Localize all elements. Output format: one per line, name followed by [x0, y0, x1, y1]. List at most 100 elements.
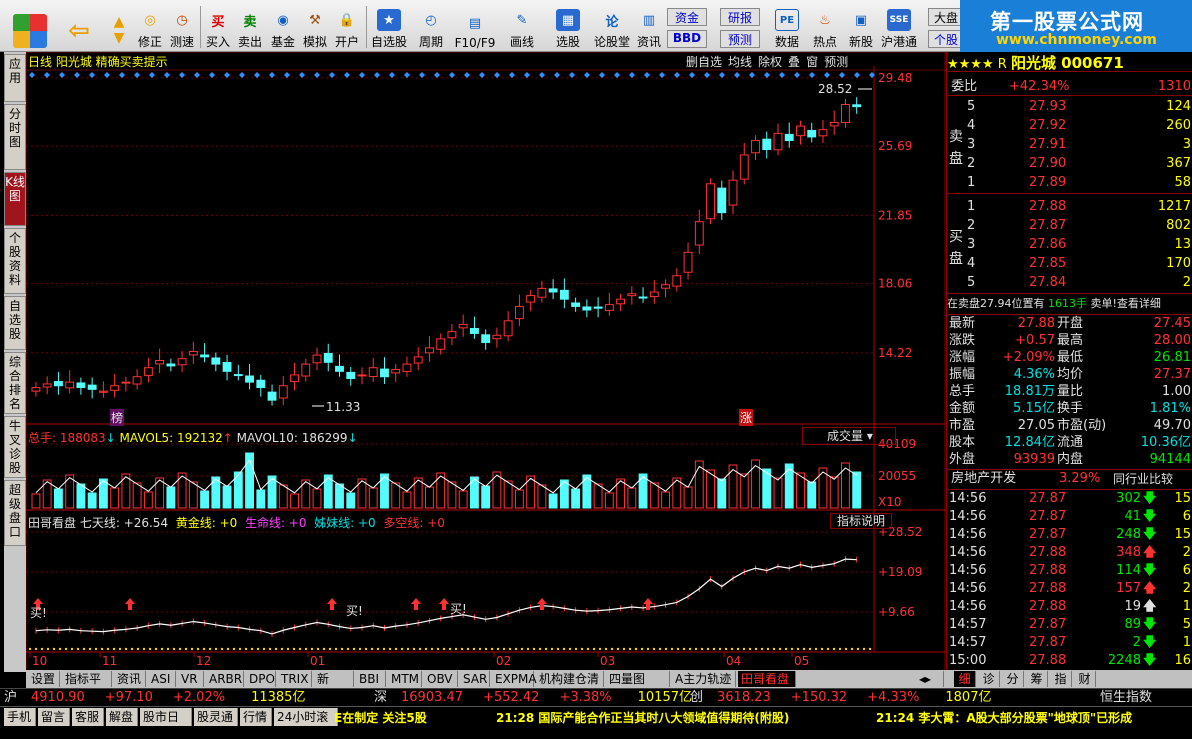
news-item-0[interactable]: E在制定 关注5股	[334, 709, 427, 726]
tb-btn-0[interactable]: ◎ 修正	[134, 4, 166, 50]
tb-btn-5[interactable]: ⚒ 模拟	[299, 4, 331, 50]
sector-compare-button[interactable]: 同行业比较	[1113, 470, 1173, 488]
tb-btn-21[interactable]: SSE 沪港通	[878, 4, 920, 50]
indicator-tab-16[interactable]: A主力轨迹	[672, 671, 736, 687]
research-button[interactable]: 研报	[720, 8, 760, 26]
side-tab-5[interactable]: 综合排名	[4, 352, 26, 414]
news-item-1[interactable]: 21:28 国际产能合作正当其时八大领域值得期待(附股)	[496, 709, 789, 726]
sell-row[interactable]: 2 27.90 367	[947, 155, 1192, 173]
index-item-3[interactable]: 恒生指数	[1100, 689, 1152, 707]
news-item-2[interactable]: 21:24 李大霄：A股大部分股票"地球顶"已形成	[876, 709, 1132, 726]
tb-btn-19[interactable]: ♨ 热点	[808, 4, 842, 50]
right-tab-1[interactable]: 诊	[978, 671, 1000, 687]
forecast-button[interactable]: 预测	[720, 30, 760, 48]
side-tab-7[interactable]: 超级盘口	[4, 480, 26, 546]
side-tab-3[interactable]: 个股资料	[4, 228, 26, 294]
right-tab-0[interactable]: 细	[954, 671, 976, 687]
right-tab-2[interactable]: 分	[1002, 671, 1024, 687]
tb-btn-3[interactable]: 卖卖出	[235, 4, 265, 50]
tab-scroll-arrows[interactable]: ◂▸	[916, 671, 944, 687]
indicator-tab-4[interactable]: VR	[178, 671, 204, 687]
tb-btn-8[interactable]: ◴ 周期	[411, 4, 451, 50]
chart-menu-item-0[interactable]: 删自选	[686, 53, 722, 69]
chart-menu-item-3[interactable]: 叠	[788, 53, 800, 69]
updown-button[interactable]: ▲ ▼	[104, 4, 134, 50]
sell-row[interactable]: 3 27.91 3	[947, 136, 1192, 154]
indicator-tab-6[interactable]: DPO	[246, 671, 276, 687]
indicator-tab-5[interactable]: ARBR	[206, 671, 244, 687]
chart-menu-item-1[interactable]: 均线	[728, 53, 752, 69]
indicator-tab-1[interactable]: 指标平台	[62, 671, 112, 702]
back-button[interactable]: ⇦	[62, 4, 96, 50]
sell-row[interactable]: 5 27.93 124	[947, 98, 1192, 116]
buy-row[interactable]: 1 27.88 1217	[947, 198, 1192, 216]
tb-btn-10[interactable]: ✎ 画线	[500, 4, 544, 50]
chart-menu-item-2[interactable]: 除权	[758, 53, 782, 69]
bottom-dot	[340, 647, 344, 651]
sell-row[interactable]: 1 27.89 58	[947, 174, 1192, 192]
buy-row[interactable]: 3 27.86 13	[947, 236, 1192, 254]
order-notice[interactable]: 在卖盘27.94位置有 1613手 卖单!查看详细	[947, 295, 1192, 313]
side-tab-6[interactable]: 牛叉诊股	[4, 416, 26, 478]
volume-dropdown[interactable]: 成交量 ▾	[802, 427, 896, 445]
news-button-3[interactable]: 解盘	[106, 708, 138, 726]
indicator-help-button[interactable]: 指标说明	[830, 513, 892, 529]
tb-btn-1[interactable]: ◷ 测速	[166, 4, 198, 50]
webi-row: 委比 +42.34% 1310	[947, 78, 1192, 96]
chart-menu-item-4[interactable]: 窗	[806, 53, 818, 69]
news-button-1[interactable]: 留言	[38, 708, 70, 726]
logo-button[interactable]	[10, 4, 50, 50]
news-button-6[interactable]: 行情	[240, 708, 272, 726]
index-item-1[interactable]: 深 16903.47 +552.42 +3.38% 10157亿	[374, 689, 692, 707]
indicator-tab-12[interactable]: SAR	[460, 671, 490, 687]
right-tab-4[interactable]: 指	[1050, 671, 1072, 687]
news-button-5[interactable]: 股灵通	[194, 708, 238, 726]
news-button-4[interactable]: 股市日记	[140, 708, 192, 739]
indicator-tab-0[interactable]: 设置	[28, 671, 60, 687]
buy-row[interactable]: 2 27.87 802	[947, 217, 1192, 235]
tb-btn-13[interactable]: ▥ 资讯	[634, 4, 664, 50]
indicator-tab-15[interactable]: 四量图NEW	[606, 671, 670, 702]
right-tab-3[interactable]: 筹	[1026, 671, 1048, 687]
indicator-tab-2[interactable]: 资讯	[114, 671, 146, 687]
bbd-button[interactable]: BBD	[667, 30, 707, 48]
tb-btn-4[interactable]: ◉ 基金	[267, 4, 299, 50]
indicator-tab-7[interactable]: TRIX	[278, 671, 312, 687]
indicator-tab-10[interactable]: MTM	[388, 671, 422, 687]
tb-btn-7[interactable]: ★ 自选股	[369, 4, 409, 50]
news-button-0[interactable]: 手机	[4, 708, 36, 726]
tb-btn-2[interactable]: 买买入	[203, 4, 233, 50]
index-item-2[interactable]: 创 3618.23 +150.32 +4.33% 1807亿	[690, 689, 991, 707]
sell-row[interactable]: 4 27.92 260	[947, 117, 1192, 135]
news-button-2[interactable]: 客服	[72, 708, 104, 726]
side-tab-1[interactable]: 分时图	[4, 104, 26, 170]
index-item-0[interactable]: 沪 4910.90 +97.10 +2.02% 11385亿	[4, 689, 305, 707]
market-button[interactable]: 大盘	[928, 8, 964, 26]
indicator-tab-9[interactable]: BBI	[356, 671, 386, 687]
news-button-7[interactable]: 24小时滚动	[274, 708, 338, 739]
tb-btn-12[interactable]: 论论股堂	[592, 4, 632, 50]
tb-btn-11[interactable]: ▦ 选股	[546, 4, 590, 50]
indicator-tab-17[interactable]: 田哥看盘	[738, 671, 796, 687]
tb-btn-18[interactable]: PE 数据	[768, 4, 806, 50]
indicator-tab-3[interactable]: ASI	[148, 671, 176, 687]
buy-row[interactable]: 5 27.84 2	[947, 274, 1192, 292]
kline-svg[interactable]: 29.4825.6921.8518.0614.224010920055X10+2…	[25, 51, 946, 672]
indicator-tab-11[interactable]: OBV	[424, 671, 458, 687]
indicator-tab-14[interactable]: 机构建仓清仓	[536, 671, 604, 702]
tb-btn-9[interactable]: ▤ F10/F9	[453, 4, 497, 51]
stock-button[interactable]: 个股	[928, 30, 964, 48]
bottom-dot	[334, 647, 338, 651]
kline-chart-area[interactable]: 29.48 25.69 21.85 18.06 14.22 40109 20055 X10 +2…	[25, 51, 946, 672]
indicator-tab-8[interactable]: 新DMA	[314, 671, 354, 702]
side-tab-4[interactable]: 自选股	[4, 296, 26, 350]
fund-flow-button[interactable]: 资金	[667, 8, 707, 26]
tb-btn-6[interactable]: 🔒 开户	[331, 4, 363, 50]
side-tab-0[interactable]: 应用	[4, 54, 26, 102]
chart-menu-item-5[interactable]: 预测	[824, 53, 848, 69]
tb-btn-20[interactable]: ▣ 新股	[844, 4, 878, 50]
right-tab-5[interactable]: 财	[1074, 671, 1096, 687]
buy-row[interactable]: 4 27.85 170	[947, 255, 1192, 273]
side-tab-2[interactable]: K线图	[4, 172, 26, 226]
indicator-tab-13[interactable]: EXPMA	[492, 671, 537, 687]
